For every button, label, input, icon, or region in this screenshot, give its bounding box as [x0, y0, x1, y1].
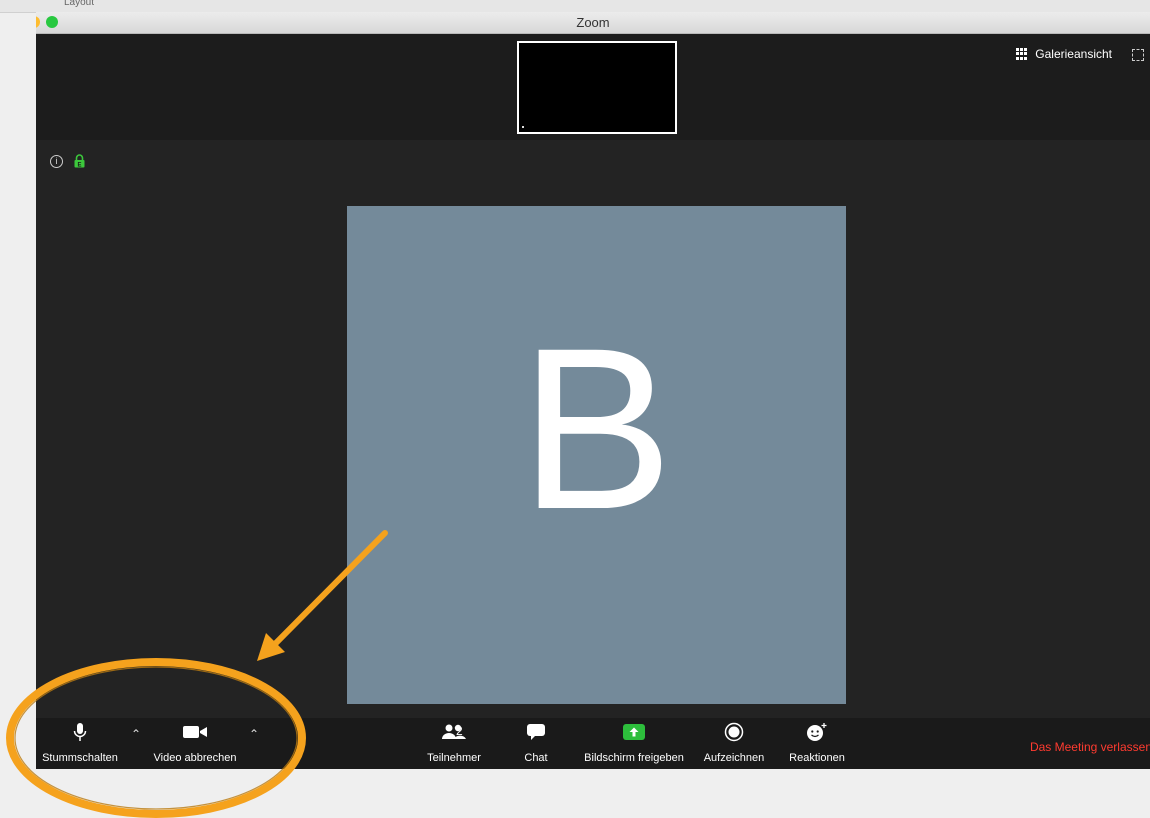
share-screen-label: Bildschirm freigeben [584, 752, 684, 764]
thumbnail-indicator [522, 126, 524, 128]
record-button[interactable]: Aufzeichnen [694, 718, 774, 769]
share-screen-button[interactable]: Bildschirm freigeben [576, 718, 692, 769]
grid-icon [1016, 48, 1028, 60]
meeting-toolbar: Stummschalten ⌃ Video abbrechen ⌃ 2 Teil… [36, 718, 1150, 769]
window-title: Zoom [576, 15, 610, 30]
stop-video-label: Video abbrechen [153, 752, 237, 764]
mute-label: Stummschalten [42, 752, 118, 764]
participant-initial: B [519, 300, 674, 557]
microphone-icon [73, 718, 87, 746]
video-options-chevron-up-icon[interactable]: ⌃ [249, 727, 259, 741]
gallery-view-button[interactable]: Galerieansicht [1016, 47, 1112, 61]
participant-video-tile: B [347, 206, 846, 704]
record-label: Aufzeichnen [703, 752, 765, 764]
chat-button[interactable]: Chat [512, 718, 560, 769]
lock-icon[interactable]: E [74, 154, 85, 168]
video-thumbnail-strip [36, 34, 1150, 140]
audio-options-chevron-up-icon[interactable]: ⌃ [131, 727, 141, 741]
background-layout-label: Layout [64, 0, 95, 8]
share-screen-icon [623, 718, 645, 746]
participants-label: Teilnehmer [427, 752, 481, 764]
leave-meeting-button[interactable]: Das Meeting verlassen [1030, 740, 1150, 754]
video-camera-icon [182, 718, 208, 746]
participants-count: 2 [456, 724, 463, 738]
fullscreen-icon[interactable] [1132, 49, 1144, 61]
participants-button[interactable]: 2 Teilnehmer [422, 718, 486, 769]
record-icon [724, 718, 744, 746]
stop-video-button[interactable]: Video abbrechen [148, 718, 242, 769]
reactions-button[interactable]: Reaktionen [780, 718, 854, 769]
mute-button[interactable]: Stummschalten [36, 718, 124, 769]
gallery-view-label: Galerieansicht [1035, 47, 1112, 61]
lock-letter: E [77, 162, 81, 168]
smiley-plus-icon [806, 718, 828, 746]
chat-label: Chat [524, 752, 548, 764]
reactions-label: Reaktionen [789, 752, 845, 764]
chat-bubble-icon [526, 718, 546, 746]
self-video-thumbnail[interactable] [517, 41, 677, 134]
zoom-window: Zoom Galerieansicht i E B Stummschalten … [36, 12, 1150, 769]
info-icon[interactable]: i [50, 155, 63, 168]
title-bar: Zoom [36, 12, 1150, 34]
